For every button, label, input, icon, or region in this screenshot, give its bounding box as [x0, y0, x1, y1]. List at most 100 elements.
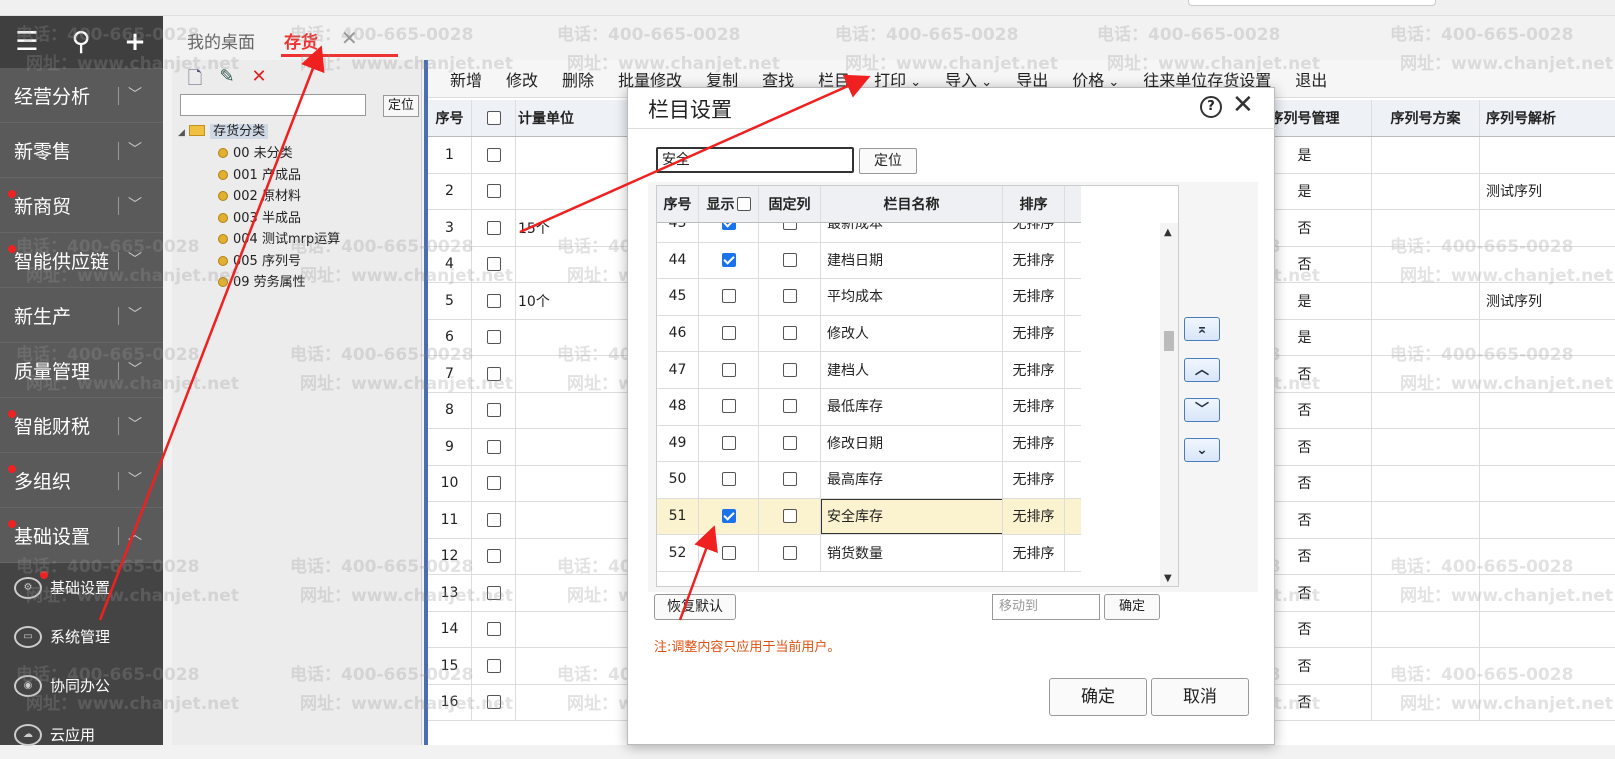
- fixed-checkbox[interactable]: [782, 289, 797, 304]
- column-row[interactable]: 51 安全库存 无排序: [657, 497, 1081, 536]
- show-checkbox[interactable]: [721, 326, 736, 341]
- row-checkbox[interactable]: [486, 184, 501, 199]
- nav-item[interactable]: 质量管理 ﹀: [0, 343, 163, 398]
- tree-node[interactable]: 09 劳务属性: [218, 271, 306, 290]
- tree-locate-button[interactable]: 定位: [383, 95, 419, 117]
- tree-root[interactable]: ◢ 存货分类: [178, 120, 269, 139]
- move-down-button[interactable]: ﹀: [1184, 398, 1220, 422]
- cancel-button[interactable]: 取消: [1151, 678, 1249, 716]
- tree-node[interactable]: 004 测试mrp运算: [218, 228, 340, 247]
- nav-item[interactable]: 基础设置 ︿: [0, 508, 163, 563]
- tree-node[interactable]: 001 产成品: [218, 164, 301, 183]
- nav-sub-item[interactable]: ◉ 协同办公: [0, 661, 163, 710]
- move-to-input[interactable]: 移动到: [992, 594, 1100, 620]
- nav-item[interactable]: 经营分析 ﹀: [0, 68, 163, 123]
- nav-item[interactable]: 智能财税 ﹀: [0, 398, 163, 453]
- column-search-input[interactable]: 安全: [656, 147, 854, 173]
- scroll-thumb[interactable]: [1164, 331, 1174, 351]
- tab-desktop[interactable]: 我的桌面: [187, 28, 255, 53]
- scroll-up-icon[interactable]: ▲: [1164, 227, 1172, 238]
- chevron-down-icon[interactable]: ﹀: [128, 249, 142, 269]
- column-row[interactable]: 45 平均成本 无排序: [657, 278, 1081, 316]
- fixed-checkbox[interactable]: [782, 362, 797, 377]
- tree-node[interactable]: 005 序列号: [218, 250, 301, 269]
- tree-node[interactable]: 00 未分类: [218, 142, 293, 161]
- column-row[interactable]: 47 建档人 无排序: [657, 351, 1081, 389]
- fixed-checkbox[interactable]: [782, 435, 797, 450]
- close-icon[interactable]: ✕: [1232, 90, 1254, 120]
- nav-item[interactable]: 新零售 ﹀: [0, 123, 163, 178]
- column-row[interactable]: 50 最高库存 无排序: [657, 461, 1081, 499]
- chevron-down-icon[interactable]: ﹀: [128, 139, 142, 159]
- columns-scrollbar[interactable]: ▲ ▼: [1160, 223, 1178, 586]
- row-checkbox[interactable]: [486, 111, 501, 125]
- toolbar-button[interactable]: 退出: [1295, 67, 1327, 91]
- show-checkbox[interactable]: [721, 362, 736, 377]
- chevron-down-icon[interactable]: ﹀: [128, 84, 142, 104]
- show-checkbox[interactable]: [721, 509, 736, 524]
- chevron-down-icon[interactable]: ﹀: [128, 194, 142, 214]
- tab-inventory[interactable]: 存货: [284, 28, 318, 53]
- row-checkbox[interactable]: [486, 220, 501, 235]
- help-icon[interactable]: ?: [1200, 96, 1222, 118]
- chevron-down-icon[interactable]: ﹀: [128, 304, 142, 324]
- tree-node[interactable]: 002 原材料: [218, 185, 301, 204]
- row-checkbox[interactable]: [486, 366, 501, 381]
- menu-icon[interactable]: ☰: [0, 27, 54, 57]
- column-locate-button[interactable]: 定位: [859, 148, 917, 174]
- ok-button[interactable]: 确定: [1049, 678, 1147, 716]
- row-checkbox[interactable]: [486, 476, 501, 491]
- nav-sub-item[interactable]: ⚙ 基础设置: [0, 563, 163, 612]
- show-checkbox[interactable]: [721, 435, 736, 450]
- move-top-button[interactable]: ⌅: [1184, 317, 1220, 341]
- restore-default-button[interactable]: 恢复默认: [654, 594, 736, 620]
- row-checkbox[interactable]: [486, 257, 501, 272]
- nav-item[interactable]: 智能供应链 ﹀: [0, 233, 163, 288]
- row-checkbox[interactable]: [486, 439, 501, 454]
- fixed-checkbox[interactable]: [782, 399, 797, 414]
- nav-sub-item[interactable]: ☁ 云应用: [0, 710, 163, 759]
- nav-sub-item[interactable]: ▭ 系统管理: [0, 612, 163, 661]
- column-row[interactable]: 52 销货数量 无排序: [657, 534, 1081, 572]
- move-up-button[interactable]: ︿: [1184, 358, 1220, 382]
- row-checkbox[interactable]: [486, 549, 501, 564]
- toolbar-button[interactable]: 修改: [506, 67, 538, 91]
- row-checkbox[interactable]: [486, 695, 501, 710]
- row-checkbox[interactable]: [486, 403, 501, 418]
- column-row[interactable]: 49 修改日期 无排序: [657, 424, 1081, 463]
- edit-icon[interactable]: ✎: [216, 66, 238, 96]
- fixed-checkbox[interactable]: [782, 545, 797, 560]
- tab-close-icon[interactable]: ✕: [341, 26, 358, 50]
- search-icon[interactable]: ⚲: [54, 27, 108, 57]
- show-checkbox[interactable]: [721, 399, 736, 414]
- new-doc-icon[interactable]: 🗋: [184, 66, 206, 96]
- column-row[interactable]: 44 建档日期 无排序: [657, 241, 1081, 280]
- plus-icon[interactable]: +: [108, 27, 162, 57]
- show-checkbox[interactable]: [721, 289, 736, 304]
- fixed-checkbox[interactable]: [782, 472, 797, 487]
- chevron-down-icon[interactable]: ﹀: [128, 359, 142, 379]
- row-checkbox[interactable]: [486, 147, 501, 162]
- column-row[interactable]: 48 最低库存 无排序: [657, 388, 1081, 426]
- show-all-checkbox[interactable]: [736, 197, 751, 211]
- move-to-confirm-button[interactable]: 确定: [1104, 594, 1160, 620]
- toolbar-button[interactable]: 新增: [450, 67, 482, 91]
- scroll-down-icon[interactable]: ▼: [1164, 573, 1172, 584]
- show-checkbox[interactable]: [721, 545, 736, 560]
- row-checkbox[interactable]: [486, 512, 501, 527]
- tree-search-input[interactable]: [180, 94, 366, 116]
- row-checkbox[interactable]: [486, 658, 501, 673]
- row-checkbox[interactable]: [486, 585, 501, 600]
- show-checkbox[interactable]: [721, 472, 736, 487]
- chevron-up-icon[interactable]: ︿: [128, 524, 142, 544]
- fixed-checkbox[interactable]: [782, 252, 797, 267]
- move-bottom-button[interactable]: ⌄: [1184, 438, 1220, 462]
- show-checkbox[interactable]: [721, 252, 736, 267]
- chevron-down-icon[interactable]: ﹀: [128, 414, 142, 434]
- tree-node[interactable]: 003 半成品: [218, 207, 301, 226]
- fixed-checkbox[interactable]: [782, 509, 797, 524]
- chevron-down-icon[interactable]: ﹀: [128, 469, 142, 489]
- fixed-checkbox[interactable]: [782, 326, 797, 341]
- toolbar-button[interactable]: 删除: [562, 67, 594, 91]
- nav-item[interactable]: 新生产 ﹀: [0, 288, 163, 343]
